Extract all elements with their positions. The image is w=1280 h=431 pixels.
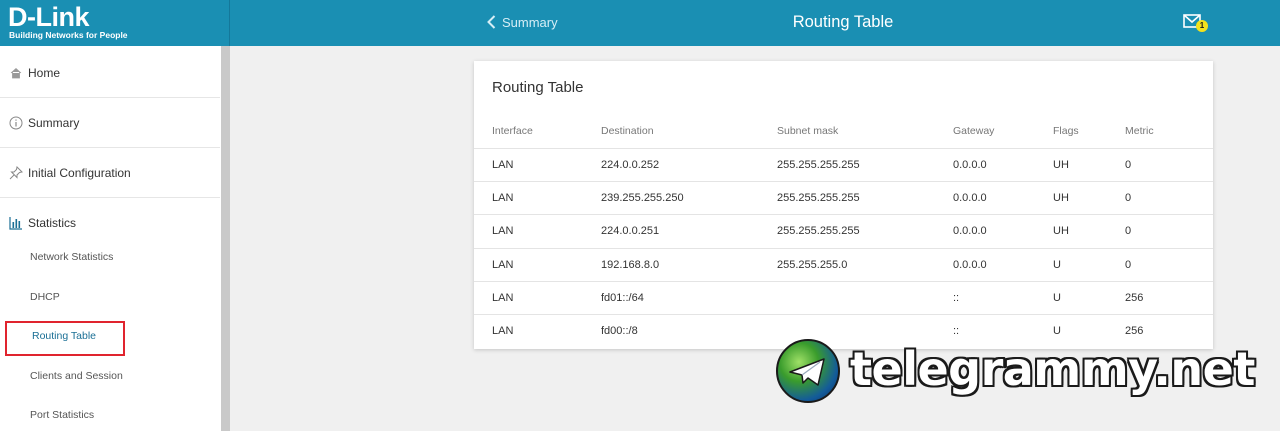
pin-icon xyxy=(8,165,24,181)
column-header-gateway: Gateway xyxy=(953,125,995,137)
cell-subnet-mask: 255.255.255.0 xyxy=(777,259,848,271)
cell-flags: UH xyxy=(1053,192,1069,204)
table-row: LAN 192.168.8.0 255.255.255.0 0.0.0.0 U … xyxy=(474,248,1213,281)
cell-subnet-mask: 255.255.255.255 xyxy=(777,159,860,171)
brand-name: D-Link xyxy=(8,2,90,32)
column-header-flags: Flags xyxy=(1053,125,1079,137)
sidebar-scrollbar[interactable] xyxy=(221,46,230,431)
cell-interface: LAN xyxy=(492,225,514,237)
cell-flags: UH xyxy=(1053,225,1069,237)
sidebar-subitem-dhcp[interactable]: DHCP xyxy=(30,291,60,303)
column-header-interface: Interface xyxy=(492,125,533,137)
sidebar-item-initial-configuration[interactable]: Initial Configuration xyxy=(0,148,220,198)
sidebar-item-label: Home xyxy=(28,65,61,80)
routing-table-card: Routing Table Interface Destination Subn… xyxy=(474,61,1213,349)
info-icon xyxy=(8,115,24,131)
sidebar-subitem-network-statistics[interactable]: Network Statistics xyxy=(30,251,113,263)
notification-badge: 1 xyxy=(1196,20,1208,32)
cell-subnet-mask: 255.255.255.255 xyxy=(777,225,860,237)
cell-destination: 224.0.0.252 xyxy=(601,159,660,171)
table-row: LAN 224.0.0.251 255.255.255.255 0.0.0.0 … xyxy=(474,214,1213,247)
cell-metric: 0 xyxy=(1125,259,1132,271)
cell-destination: 192.168.8.0 xyxy=(601,259,660,271)
cell-flags: U xyxy=(1053,325,1061,337)
cell-gateway: :: xyxy=(953,292,960,304)
top-header: D-Link Building Networks for People Summ… xyxy=(0,0,1280,46)
sidebar-item-label: Initial Configuration xyxy=(28,165,131,180)
bar-chart-icon xyxy=(8,215,24,231)
card-title: Routing Table xyxy=(492,79,584,96)
column-header-metric: Metric xyxy=(1125,125,1154,137)
sidebar-item-label: Statistics xyxy=(28,216,77,230)
sidebar-subitem-clients-and-session[interactable]: Clients and Session xyxy=(30,370,123,382)
watermark: telegrammy.net xyxy=(776,339,1276,403)
cell-destination: fd01::/64 xyxy=(601,292,644,304)
cell-flags: UH xyxy=(1053,159,1069,171)
back-link-label: Summary xyxy=(502,14,558,30)
cell-destination: 239.255.255.250 xyxy=(601,192,684,204)
cell-interface: LAN xyxy=(492,192,514,204)
cell-interface: LAN xyxy=(492,292,514,304)
watermark-text: telegrammy.net xyxy=(850,342,1255,396)
cell-destination: 224.0.0.251 xyxy=(601,225,660,237)
table-row: LAN fd01::/64 :: U 256 xyxy=(474,281,1213,314)
brand-tagline: Building Networks for People xyxy=(9,30,128,40)
column-header-subnet-mask: Subnet mask xyxy=(777,125,839,137)
sidebar-item-home[interactable]: Home xyxy=(0,48,220,98)
active-item-highlight xyxy=(5,321,125,356)
sidebar: Home Summary Initial Configuration Stati… xyxy=(0,46,230,431)
cell-flags: U xyxy=(1053,292,1061,304)
column-header-destination: Destination xyxy=(601,125,654,137)
cell-subnet-mask: 255.255.255.255 xyxy=(777,192,860,204)
back-to-summary-link[interactable]: Summary xyxy=(487,11,558,33)
cell-gateway: :: xyxy=(953,325,960,337)
cell-gateway: 0.0.0.0 xyxy=(953,259,987,271)
cell-interface: LAN xyxy=(492,325,514,337)
cell-gateway: 0.0.0.0 xyxy=(953,159,987,171)
cell-gateway: 0.0.0.0 xyxy=(953,192,987,204)
cell-metric: 256 xyxy=(1125,325,1144,337)
cell-metric: 0 xyxy=(1125,159,1132,171)
home-icon xyxy=(8,65,24,81)
cell-gateway: 0.0.0.0 xyxy=(953,225,987,237)
sidebar-item-statistics[interactable]: Statistics xyxy=(0,198,220,248)
table-row: LAN 224.0.0.252 255.255.255.255 0.0.0.0 … xyxy=(474,148,1213,181)
table-row: LAN 239.255.255.250 255.255.255.255 0.0.… xyxy=(474,181,1213,214)
cell-metric: 0 xyxy=(1125,192,1132,204)
cell-metric: 0 xyxy=(1125,225,1132,237)
cell-destination: fd00::/8 xyxy=(601,325,638,337)
page-title: Routing Table xyxy=(792,13,894,31)
cell-interface: LAN xyxy=(492,159,514,171)
cell-metric: 256 xyxy=(1125,292,1144,304)
notifications-button[interactable]: 1 xyxy=(1183,13,1209,35)
sidebar-item-label: Summary xyxy=(28,115,80,130)
sidebar-subitem-port-statistics[interactable]: Port Statistics xyxy=(30,409,94,421)
telegram-globe-icon xyxy=(776,339,840,403)
chevron-left-icon xyxy=(487,15,496,29)
sidebar-item-summary[interactable]: Summary xyxy=(0,98,220,148)
cell-flags: U xyxy=(1053,259,1061,271)
brand-logo[interactable]: D-Link Building Networks for People xyxy=(0,0,230,46)
cell-interface: LAN xyxy=(492,259,514,271)
